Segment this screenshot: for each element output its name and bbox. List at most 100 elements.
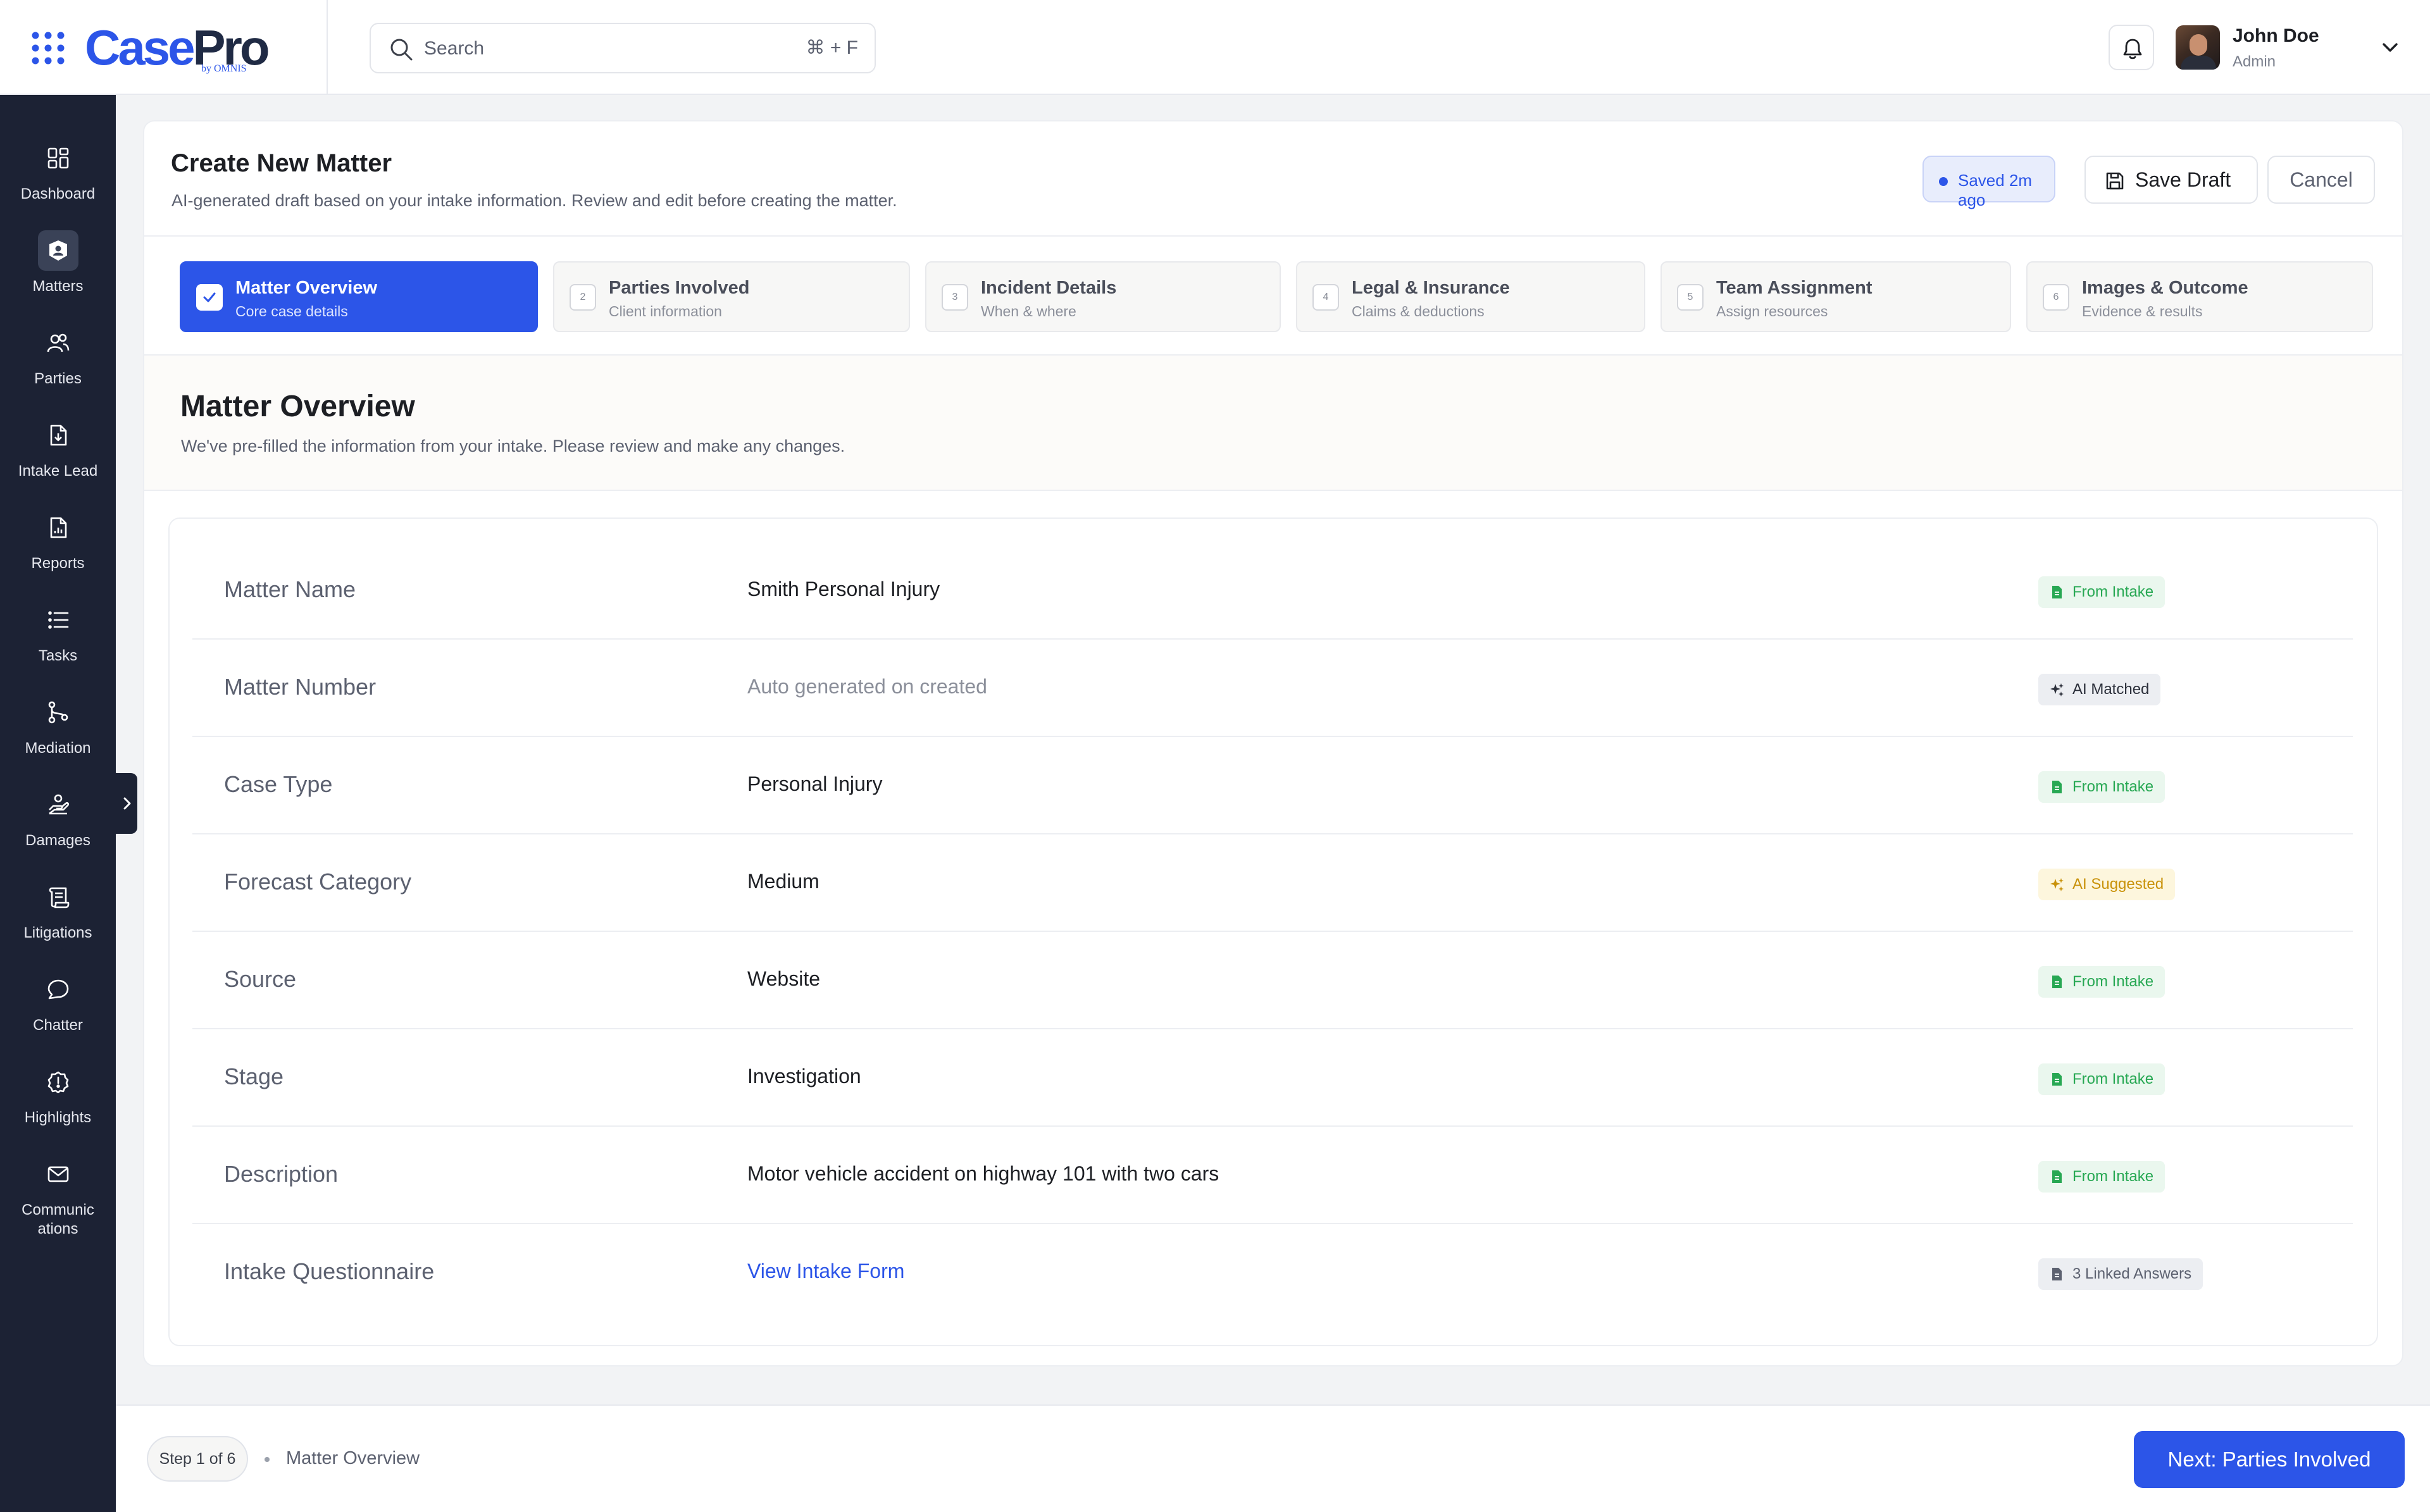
document-icon: [2052, 1073, 2062, 1086]
field-value[interactable]: Medium: [747, 870, 819, 893]
page-subtitle: AI-generated draft based on your intake …: [171, 191, 897, 210]
step-incident-details[interactable]: 3 Incident Details When & where: [925, 261, 1281, 332]
step-number: 6: [2043, 284, 2069, 311]
document-icon: [2052, 1170, 2062, 1183]
step-images-outcome[interactable]: 6 Images & Outcome Evidence & results: [2026, 261, 2373, 332]
step-title: Parties Involved: [609, 278, 750, 298]
field-value[interactable]: Website: [747, 967, 820, 991]
user-name[interactable]: John Doe: [2233, 25, 2319, 47]
sidebar-item-chatter[interactable]: Chatter: [0, 963, 116, 1051]
cancel-label: Cancel: [2290, 168, 2353, 191]
git-branch-icon: [48, 701, 68, 724]
field-label: Matter Name: [224, 576, 356, 602]
save-draft-button[interactable]: Save Draft: [2084, 156, 2258, 204]
sidebar-item-intake-lead[interactable]: Intake Lead: [0, 409, 116, 497]
field-value[interactable]: Investigation: [747, 1065, 861, 1088]
section-subtitle: We've pre-filled the information from yo…: [181, 437, 845, 455]
field-label: Forecast Category: [224, 869, 412, 895]
from-intake-badge: From Intake: [2038, 1063, 2165, 1095]
status-dot: [1939, 177, 1948, 186]
ai-suggested-badge: AI Suggested: [2038, 869, 2176, 900]
field-row-source[interactable]: Source Website From Intake: [192, 932, 2353, 1029]
step-team-assignment[interactable]: 5 Team Assignment Assign resources: [1660, 261, 2011, 332]
sidebar-item-parties[interactable]: Parties: [0, 316, 116, 405]
search-icon: [390, 39, 413, 61]
step-matter-overview[interactable]: Matter Overview Core case details: [180, 261, 538, 332]
step-number: 5: [1677, 284, 1704, 311]
sparkle-icon: [2050, 878, 2064, 891]
from-intake-badge: From Intake: [2038, 1161, 2165, 1193]
sidebar-label: Reports: [31, 555, 85, 572]
search-placeholder: Search: [424, 38, 485, 59]
sidebar-item-litigations[interactable]: Litigations: [0, 871, 116, 959]
step-parties-involved[interactable]: 2 Parties Involved Client information: [553, 261, 910, 332]
breadcrumb-separator: [265, 1457, 270, 1462]
field-row-stage[interactable]: Stage Investigation From Intake: [192, 1029, 2353, 1127]
page-title: Create New Matter: [171, 149, 392, 177]
field-value[interactable]: Motor vehicle accident on highway 101 wi…: [747, 1162, 1219, 1186]
briefcase-icon: [49, 240, 67, 261]
avatar[interactable]: [2176, 25, 2220, 70]
field-row-matter-number[interactable]: Matter Number Auto generated on created …: [192, 640, 2353, 737]
save-icon: [2106, 172, 2124, 190]
mail-icon: [47, 1166, 69, 1182]
from-intake-badge: From Intake: [2038, 966, 2165, 998]
sidebar: Dashboard Matters Parties Intake Lead Re…: [0, 95, 116, 1512]
sidebar-label: Damages: [25, 832, 90, 849]
sidebar-item-tasks[interactable]: Tasks: [0, 593, 116, 682]
field-row-description[interactable]: Description Motor vehicle accident on hi…: [192, 1127, 2353, 1224]
field-value[interactable]: Personal Injury: [747, 772, 882, 796]
step-subtitle: Client information: [609, 303, 722, 319]
dashboard-icon: [47, 147, 69, 169]
chevron-right-icon: [123, 797, 131, 810]
scroll-icon: [49, 887, 70, 908]
step-subtitle: When & where: [981, 303, 1076, 319]
field-label: Source: [224, 966, 297, 992]
sidebar-expand-button[interactable]: [116, 773, 137, 834]
list-icon: [48, 611, 69, 629]
top-bar: [0, 0, 2430, 95]
sidebar-label: Dashboard: [20, 185, 96, 202]
alert-badge-icon: [47, 1071, 69, 1093]
field-row-case-type[interactable]: Case Type Personal Injury From Intake: [192, 737, 2353, 834]
field-row-intake-questionnaire[interactable]: Intake Questionnaire View Intake Form 3 …: [192, 1224, 2353, 1322]
search-bar[interactable]: Search ⌘ + F: [370, 23, 876, 73]
next-step-button[interactable]: Next: Parties Involved: [2134, 1431, 2405, 1488]
step-title: Team Assignment: [1716, 278, 1872, 298]
field-value[interactable]: Smith Personal Injury: [747, 578, 940, 601]
step-number: 2: [570, 284, 596, 311]
section-title: Matter Overview: [180, 390, 415, 423]
sidebar-label: Chatter: [33, 1017, 83, 1034]
sidebar-item-highlights[interactable]: Highlights: [0, 1055, 116, 1144]
hand-coin-icon: [49, 794, 70, 815]
sidebar-item-reports[interactable]: Reports: [0, 501, 116, 590]
sidebar-item-damages[interactable]: Damages: [0, 778, 116, 867]
field-row-matter-name[interactable]: Matter Name Smith Personal Injury From I…: [192, 542, 2353, 640]
next-step-label: Next: Parties Involved: [2167, 1447, 2371, 1471]
step-title: Images & Outcome: [2082, 278, 2248, 298]
saved-status-text: Saved 2m ago: [1958, 171, 2033, 209]
notifications-button[interactable]: [2109, 25, 2154, 70]
sidebar-item-matters[interactable]: Matters: [0, 224, 116, 313]
document-icon: [2052, 976, 2062, 988]
app-grid-icon[interactable]: [32, 32, 65, 65]
view-intake-form-link[interactable]: View Intake Form: [747, 1260, 904, 1283]
sidebar-label: Mediation: [25, 740, 91, 757]
step-legal-insurance[interactable]: 4 Legal & Insurance Claims & deductions: [1296, 261, 1645, 332]
cancel-button[interactable]: Cancel: [2267, 156, 2375, 204]
field-value[interactable]: Auto generated on created: [747, 675, 987, 698]
sidebar-label: Tasks: [38, 647, 78, 664]
sparkle-icon: [2050, 683, 2064, 697]
sidebar-item-dashboard[interactable]: Dashboard: [0, 132, 116, 220]
breadcrumb: Matter Overview: [286, 1448, 420, 1468]
step-indicator: Step 1 of 6: [147, 1436, 248, 1482]
field-row-forecast-category[interactable]: Forecast Category Medium AI Suggested: [192, 834, 2353, 932]
linked-answers-badge: 3 Linked Answers: [2038, 1258, 2203, 1290]
check-icon: [196, 284, 223, 311]
step-subtitle: Core case details: [235, 303, 348, 319]
chat-bubble-icon: [47, 979, 69, 1000]
sidebar-item-communications[interactable]: Communic ations: [0, 1148, 116, 1255]
chevron-down-icon[interactable]: [2379, 37, 2401, 58]
save-draft-label: Save Draft: [2135, 168, 2231, 191]
sidebar-item-mediation[interactable]: Mediation: [0, 686, 116, 774]
